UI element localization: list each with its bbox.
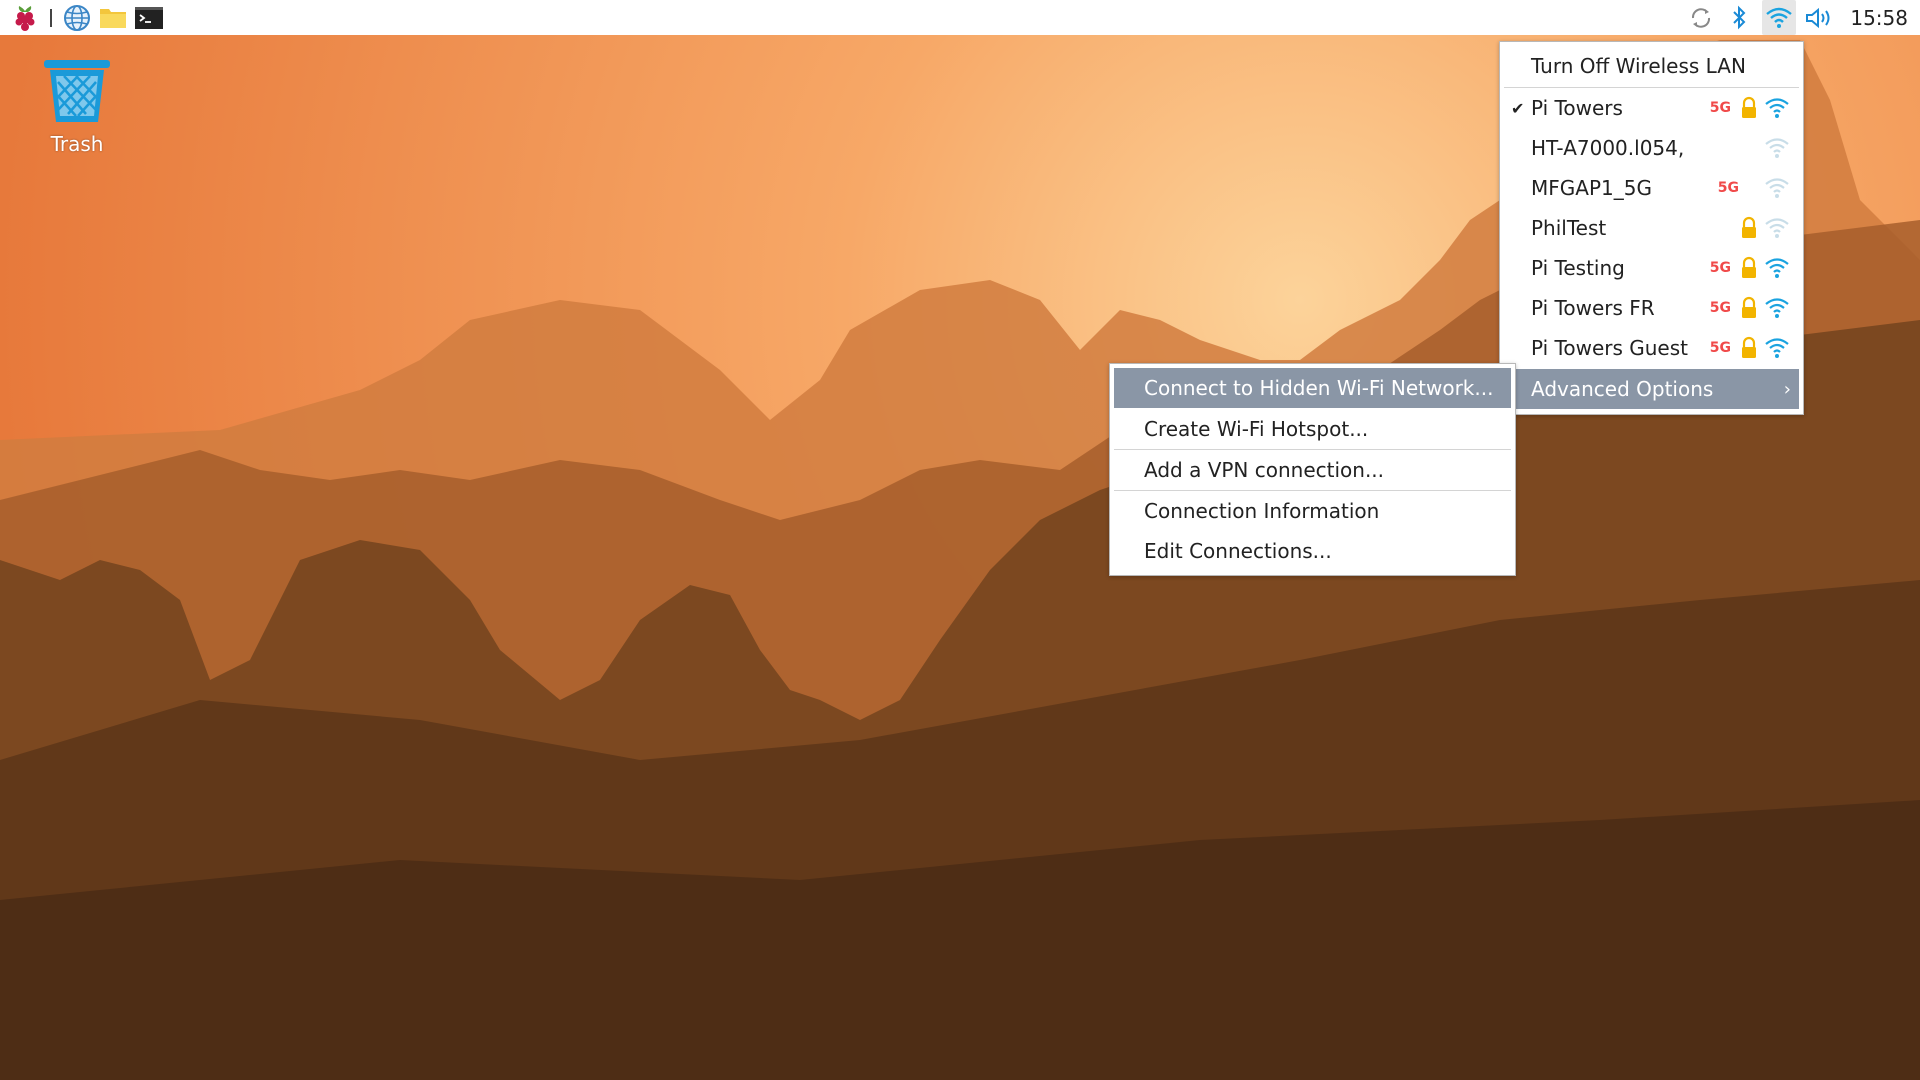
lock-icon	[1742, 96, 1756, 118]
add-vpn-item[interactable]: Add a VPN connection...	[1114, 450, 1511, 490]
web-browser-icon[interactable]	[62, 3, 92, 33]
network-item-mfgap1-5g[interactable]: MFGAP1_5G 5G	[1504, 168, 1799, 208]
signal-strong-icon	[1765, 258, 1789, 278]
network-item-pi-towers-fr[interactable]: Pi Towers FR 5G	[1504, 288, 1799, 328]
menu-item-label: Connection Information	[1144, 499, 1380, 523]
signal-weak-icon	[1765, 138, 1789, 158]
connect-hidden-wifi-item[interactable]: Connect to Hidden Wi-Fi Network...	[1114, 368, 1511, 408]
signal-strong-icon	[1765, 298, 1789, 318]
create-hotspot-item[interactable]: Create Wi-Fi Hotspot...	[1114, 409, 1511, 449]
connection-information-item[interactable]: Connection Information	[1114, 491, 1511, 531]
signal-strong-icon	[1765, 98, 1789, 118]
wifi-icon[interactable]	[1762, 0, 1797, 35]
terminal-icon[interactable]	[134, 3, 164, 33]
signal-weak-icon	[1765, 218, 1789, 238]
checkmark-icon: ✔	[1511, 98, 1525, 118]
network-item-pi-testing[interactable]: Pi Testing 5G	[1504, 248, 1799, 288]
network-item-pi-towers-guest[interactable]: Pi Towers Guest 5G	[1504, 328, 1799, 368]
launcher-area	[0, 3, 164, 33]
update-sync-icon[interactable]	[1686, 3, 1716, 33]
menu-item-label: Create Wi-Fi Hotspot...	[1144, 417, 1369, 441]
network-item-pi-towers[interactable]: ✔ Pi Towers 5G	[1504, 88, 1799, 128]
network-item-ht-a7000[interactable]: HT-A7000.l054,	[1504, 128, 1799, 168]
bluetooth-icon[interactable]	[1724, 3, 1754, 33]
advanced-options-item[interactable]: Advanced Options ›	[1504, 369, 1799, 409]
trash-icon	[44, 60, 110, 122]
signal-strong-icon	[1765, 338, 1789, 358]
raspberry-pi-menu-icon[interactable]	[10, 3, 40, 33]
network-name: MFGAP1_5G	[1531, 176, 1652, 200]
5g-badge: 5G	[1709, 340, 1731, 356]
lock-icon	[1742, 296, 1756, 318]
volume-icon[interactable]	[1804, 3, 1834, 33]
network-item-philtest[interactable]: PhilTest	[1504, 208, 1799, 248]
turn-off-wireless-item[interactable]: Turn Off Wireless LAN	[1504, 46, 1799, 86]
system-tray: 15:58	[1686, 0, 1920, 35]
menu-item-label: Edit Connections...	[1144, 539, 1332, 563]
lock-icon	[1742, 256, 1756, 278]
taskbar-separator	[50, 8, 52, 27]
network-name: Pi Towers FR	[1531, 296, 1655, 320]
5g-badge: 5G	[1709, 100, 1731, 116]
network-name: HT-A7000.l054,	[1531, 136, 1685, 160]
taskbar: 15:58	[0, 0, 1920, 35]
5g-badge: 5G	[1717, 180, 1739, 196]
wifi-network-menu: Turn Off Wireless LAN ✔ Pi Towers 5G HT-…	[1499, 41, 1804, 415]
menu-item-label: Connect to Hidden Wi-Fi Network...	[1144, 376, 1494, 400]
menu-item-label: Advanced Options	[1531, 377, 1714, 401]
trash-desktop-item[interactable]: Trash	[36, 58, 118, 156]
lock-icon	[1742, 216, 1756, 238]
lock-icon	[1742, 336, 1756, 358]
network-name: PhilTest	[1531, 216, 1607, 240]
network-name: Pi Towers Guest	[1531, 336, 1688, 360]
network-name: Pi Testing	[1531, 256, 1625, 280]
menu-item-label: Turn Off Wireless LAN	[1531, 54, 1746, 78]
edit-connections-item[interactable]: Edit Connections...	[1114, 531, 1511, 571]
network-name: Pi Towers	[1531, 96, 1623, 120]
5g-badge: 5G	[1709, 260, 1731, 276]
5g-badge: 5G	[1709, 300, 1731, 316]
trash-label: Trash	[50, 132, 104, 156]
submenu-arrow-icon: ›	[1783, 378, 1791, 400]
signal-weak-icon	[1765, 178, 1789, 198]
file-manager-icon[interactable]	[98, 3, 128, 33]
menu-item-label: Add a VPN connection...	[1144, 458, 1385, 482]
advanced-options-submenu: Connect to Hidden Wi-Fi Network... Creat…	[1109, 363, 1516, 576]
clock[interactable]: 15:58	[1842, 6, 1908, 30]
